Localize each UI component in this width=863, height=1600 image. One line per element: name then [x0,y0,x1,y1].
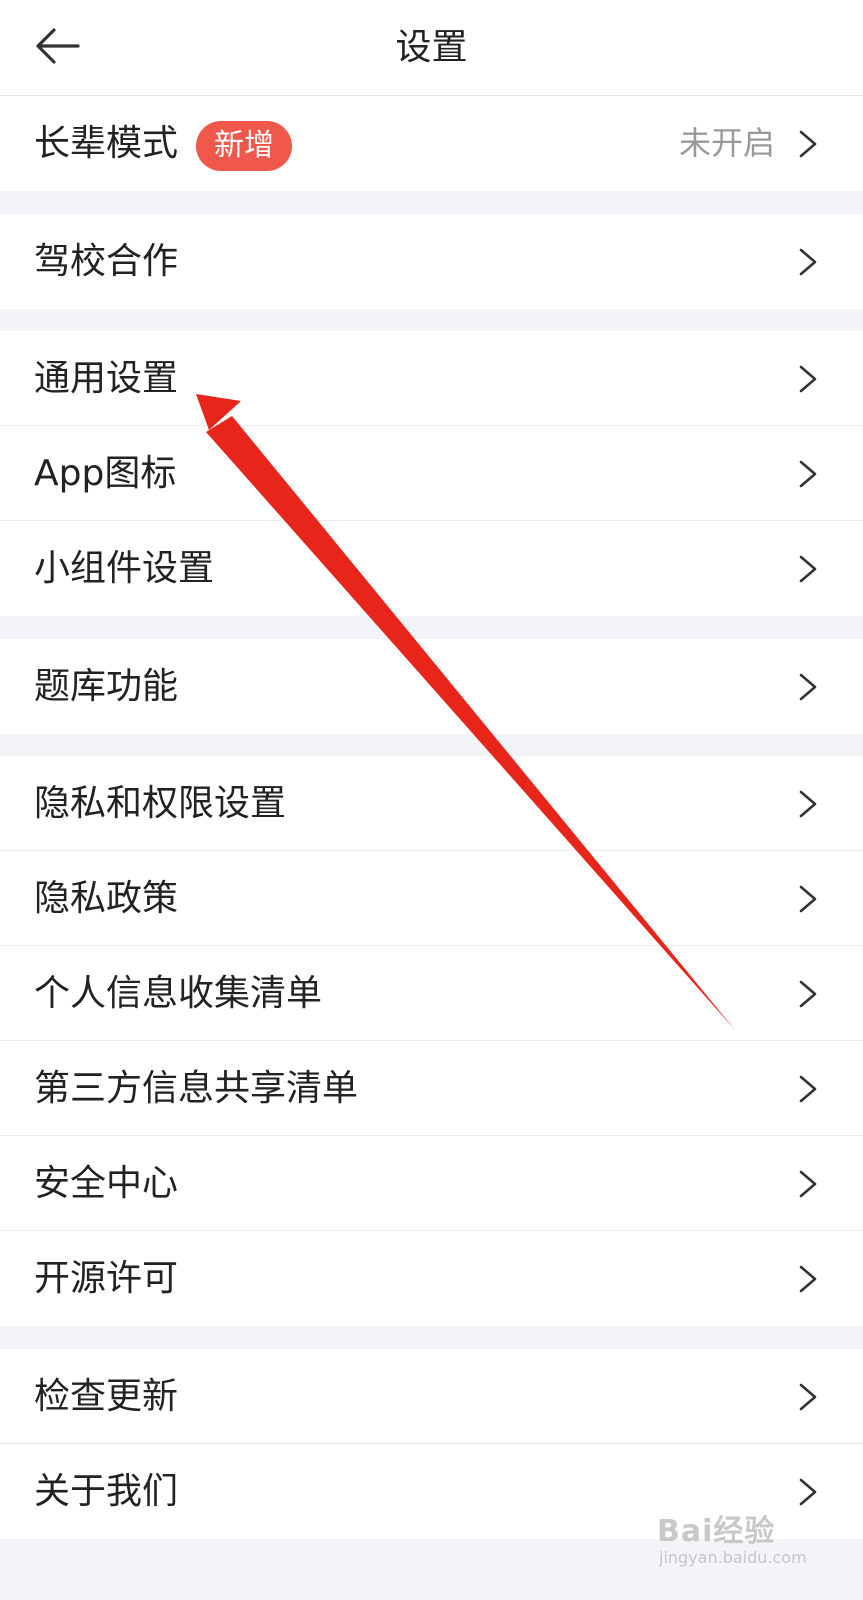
chevron-right-icon [799,1075,817,1103]
settings-item-personal-info[interactable]: 个人信息收集清单 [0,946,863,1041]
settings-item-label: 隐私和权限设置 [34,783,287,824]
settings-item-security[interactable]: 安全中心 [0,1136,863,1231]
settings-item-open-source[interactable]: 开源许可 [0,1231,863,1326]
settings-item-label: App图标 [34,453,177,494]
settings-item-question-bank[interactable]: 题库功能 [0,639,863,734]
settings-item-privacy-permissions[interactable]: 隐私和权限设置 [0,756,863,851]
settings-item-privacy-policy[interactable]: 隐私政策 [0,851,863,946]
settings-item-about-us[interactable]: 关于我们 [0,1444,863,1539]
chevron-right-icon [799,1383,817,1411]
settings-item-elder-mode[interactable]: 长辈模式 新增 未开启 [0,96,863,191]
settings-item-label: 通用设置 [34,358,179,399]
settings-item-app-icon[interactable]: App图标 [0,426,863,521]
settings-item-label: 第三方信息共享清单 [34,1068,359,1109]
status-text: 未开启 [678,124,775,162]
chevron-right-icon [799,460,817,488]
chevron-right-icon [799,248,817,276]
settings-item-label: 关于我们 [34,1471,179,1512]
chevron-right-icon [799,1478,817,1506]
settings-item-label: 驾校合作 [34,241,179,282]
settings-item-label: 检查更新 [34,1376,179,1417]
watermark-url: jingyan.baidu.com [659,1548,807,1567]
settings-item-label: 长辈模式 [34,123,179,164]
top-bar: 设置 [0,0,863,96]
chevron-right-icon [799,790,817,818]
chevron-right-icon [799,1265,817,1293]
page-title: 设置 [395,27,468,68]
chevron-right-icon [799,1170,817,1198]
chevron-right-icon [799,130,817,158]
chevron-right-icon [799,980,817,1008]
settings-item-label: 题库功能 [34,666,179,707]
settings-item-check-update[interactable]: 检查更新 [0,1349,863,1444]
settings-item-label: 开源许可 [34,1258,179,1299]
chevron-right-icon [799,885,817,913]
chevron-right-icon [799,673,817,701]
settings-item-label: 隐私政策 [34,878,179,919]
chevron-right-icon [799,555,817,583]
settings-item-label: 个人信息收集清单 [34,973,323,1014]
new-badge: 新增 [196,121,292,171]
settings-item-driving-school[interactable]: 驾校合作 [0,214,863,309]
settings-item-label: 安全中心 [34,1163,179,1204]
settings-item-general[interactable]: 通用设置 [0,331,863,426]
settings-item-third-party[interactable]: 第三方信息共享清单 [0,1041,863,1136]
chevron-right-icon [799,365,817,393]
settings-item-widget[interactable]: 小组件设置 [0,521,863,616]
settings-item-label: 小组件设置 [34,548,215,589]
